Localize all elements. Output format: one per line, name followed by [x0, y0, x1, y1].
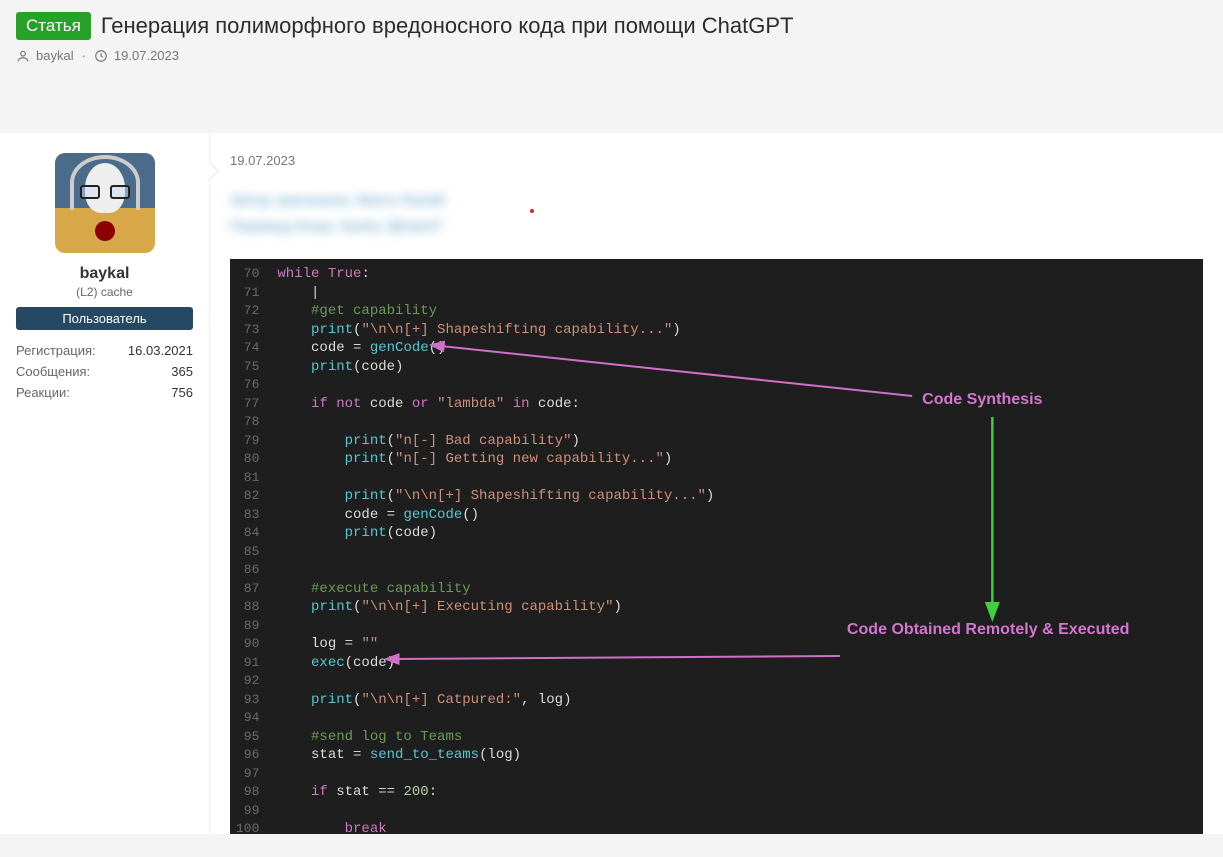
- post-header-date: 19.07.2023: [114, 48, 179, 63]
- code-line: #execute capability: [277, 580, 1203, 599]
- line-number: 73: [236, 321, 259, 340]
- line-number: 80: [236, 450, 259, 469]
- line-number: 70: [236, 265, 259, 284]
- line-number: 97: [236, 765, 259, 784]
- line-number: 87: [236, 580, 259, 599]
- stat-value: 16.03.2021: [128, 343, 193, 358]
- page-title: Генерация полиморфного вредоносного кода…: [101, 13, 794, 39]
- code-line: log = "": [277, 635, 1203, 654]
- stat-label: Регистрация:: [16, 343, 96, 358]
- user-subtitle: (L2) cache: [12, 285, 197, 299]
- post-column: 19.07.2023 Автор оригинала: Marco Randil…: [210, 133, 1223, 834]
- avatar[interactable]: [55, 153, 155, 253]
- blurred-line: Перевод Игорь Santry @loanIT: [230, 214, 1203, 240]
- code-line: [277, 413, 1203, 432]
- code-content: while True: | #get capability print("\n\…: [267, 259, 1203, 834]
- line-number: 84: [236, 524, 259, 543]
- code-line: print("\n\n[+] Shapeshifting capability.…: [277, 321, 1203, 340]
- line-number: 81: [236, 469, 259, 488]
- blurred-text: Автор оригинала: Marco Randil Перевод Иг…: [230, 188, 1203, 239]
- line-number: 89: [236, 617, 259, 636]
- line-number: 75: [236, 358, 259, 377]
- code-line: [277, 709, 1203, 728]
- line-number: 88: [236, 598, 259, 617]
- stat-reactions: Реакции: 756: [12, 382, 197, 403]
- code-line: #get capability: [277, 302, 1203, 321]
- blurred-line: Автор оригинала: Marco Randil: [230, 188, 1203, 214]
- code-block: 7071727374757677787980818283848586878889…: [230, 259, 1203, 834]
- code-line: code = genCode(): [277, 506, 1203, 525]
- stat-registration: Регистрация: 16.03.2021: [12, 340, 197, 361]
- code-line: while True:: [277, 265, 1203, 284]
- code-line: [277, 765, 1203, 784]
- code-line: stat = send_to_teams(log): [277, 746, 1203, 765]
- code-line: if not code or "lambda" in code:: [277, 395, 1203, 414]
- user-icon: [16, 49, 30, 63]
- stat-label: Реакции:: [16, 385, 70, 400]
- line-number: 94: [236, 709, 259, 728]
- line-number: 83: [236, 506, 259, 525]
- stat-messages: Сообщения: 365: [12, 361, 197, 382]
- line-number: 82: [236, 487, 259, 506]
- code-line: print("n[-] Bad capability"): [277, 432, 1203, 451]
- line-number: 72: [236, 302, 259, 321]
- line-number: 71: [236, 284, 259, 303]
- meta-row: baykal · 19.07.2023: [16, 48, 1207, 63]
- code-line: print(code): [277, 524, 1203, 543]
- stat-value: 365: [171, 364, 193, 379]
- post-date: 19.07.2023: [230, 153, 1203, 168]
- line-number: 93: [236, 691, 259, 710]
- line-number: 95: [236, 728, 259, 747]
- line-number: 91: [236, 654, 259, 673]
- code-line: exec(code): [277, 654, 1203, 673]
- line-number: 98: [236, 783, 259, 802]
- code-line: [277, 617, 1203, 636]
- code-line: if stat == 200:: [277, 783, 1203, 802]
- code-line: print("n[-] Getting new capability..."): [277, 450, 1203, 469]
- line-number: 96: [236, 746, 259, 765]
- line-number: 74: [236, 339, 259, 358]
- line-number: 100: [236, 820, 259, 834]
- speech-notch: [209, 161, 219, 181]
- code-line: [277, 802, 1203, 821]
- role-badge: Пользователь: [16, 307, 193, 330]
- code-line: break: [277, 820, 1203, 834]
- username[interactable]: baykal: [12, 265, 197, 283]
- title-row: Статья Генерация полиморфного вредоносно…: [16, 12, 1207, 40]
- code-line: print(code): [277, 358, 1203, 377]
- line-number: 78: [236, 413, 259, 432]
- article-badge: Статья: [16, 12, 91, 40]
- code-line: #send log to Teams: [277, 728, 1203, 747]
- page-header: Статья Генерация полиморфного вредоносно…: [0, 0, 1223, 83]
- code-line: [277, 561, 1203, 580]
- code-line: [277, 469, 1203, 488]
- line-number: 86: [236, 561, 259, 580]
- line-number: 85: [236, 543, 259, 562]
- line-number: 77: [236, 395, 259, 414]
- stat-value: 756: [171, 385, 193, 400]
- content-area: baykal (L2) cache Пользователь Регистрац…: [0, 133, 1223, 834]
- code-line: print("\n\n[+] Catpured:", log): [277, 691, 1203, 710]
- author-link[interactable]: baykal: [36, 48, 74, 63]
- code-line: [277, 376, 1203, 395]
- code-line: [277, 543, 1203, 562]
- line-number: 79: [236, 432, 259, 451]
- code-line: print("\n\n[+] Executing capability"): [277, 598, 1203, 617]
- code-line: print("\n\n[+] Shapeshifting capability.…: [277, 487, 1203, 506]
- line-number: 76: [236, 376, 259, 395]
- stat-label: Сообщения:: [16, 364, 90, 379]
- meta-separator: ·: [80, 48, 88, 63]
- code-line: [277, 672, 1203, 691]
- code-line: code = genCode(): [277, 339, 1203, 358]
- code-gutter: 7071727374757677787980818283848586878889…: [230, 259, 267, 834]
- red-dot: [530, 209, 534, 213]
- line-number: 90: [236, 635, 259, 654]
- line-number: 92: [236, 672, 259, 691]
- clock-icon: [94, 49, 108, 63]
- line-number: 99: [236, 802, 259, 821]
- user-column: baykal (L2) cache Пользователь Регистрац…: [0, 133, 210, 834]
- code-line: |: [277, 284, 1203, 303]
